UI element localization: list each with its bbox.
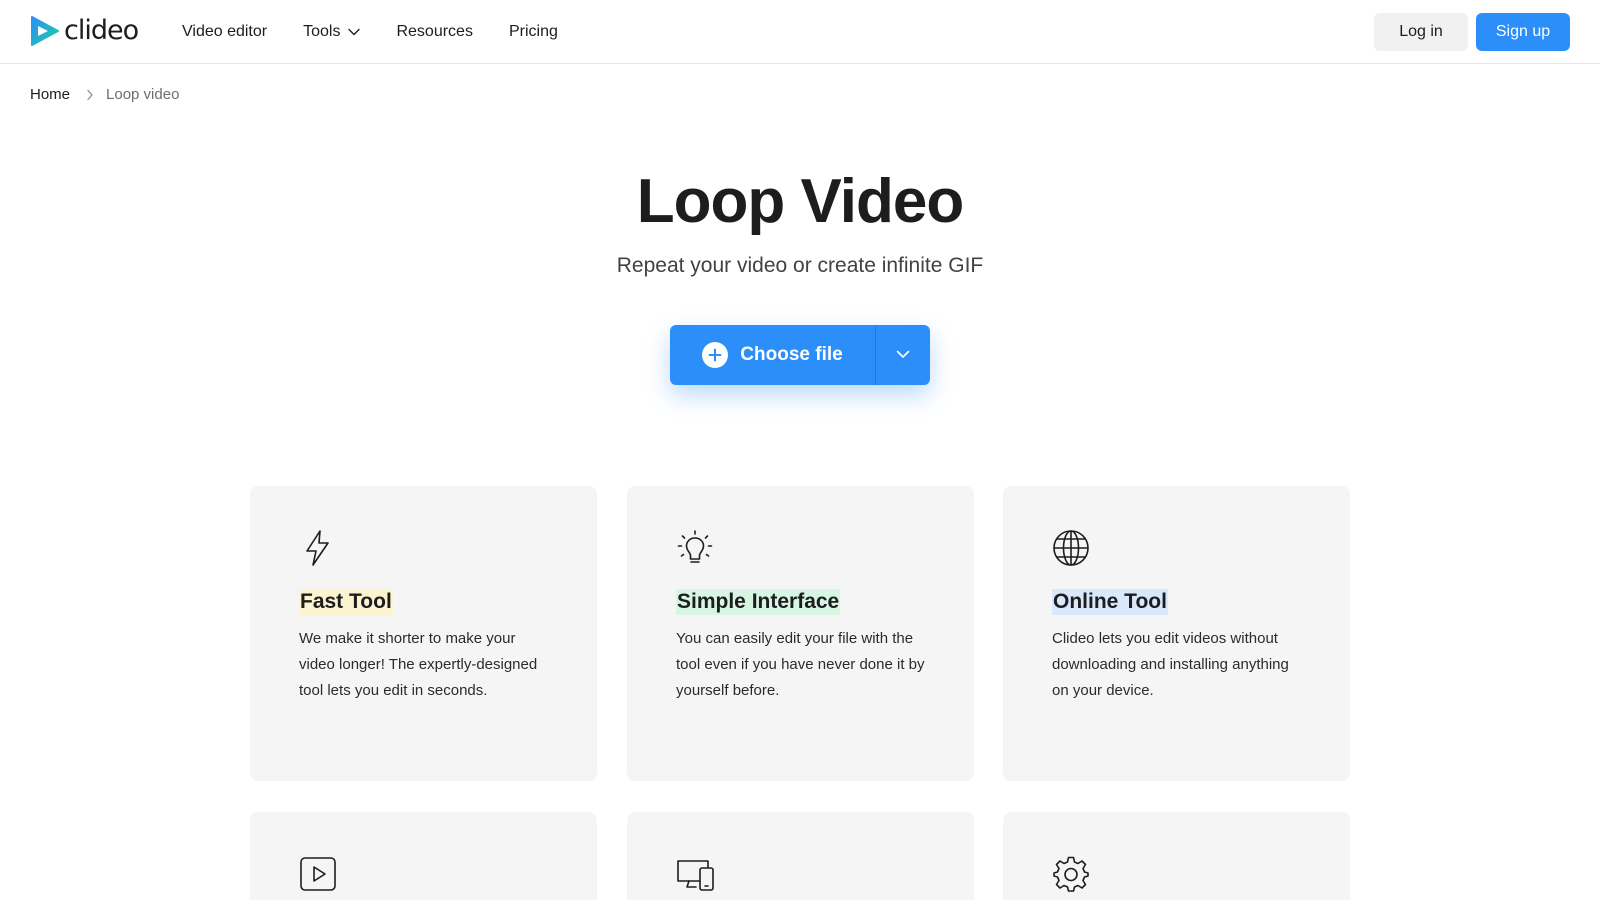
- feature-description: You can easily edit your file with the t…: [676, 630, 925, 699]
- signup-button[interactable]: Sign up: [1476, 13, 1570, 51]
- main-nav: Video editor Tools Resources Pricing: [182, 0, 594, 64]
- play-logo-icon: [31, 16, 59, 46]
- header-actions: Log in Sign up: [1374, 13, 1570, 51]
- feature-description: Clideo lets you edit videos without down…: [1052, 630, 1289, 699]
- devices-icon: [676, 855, 714, 893]
- globe-icon: [1052, 529, 1090, 567]
- feature-card-online-tool: Online Tool Clideo lets you edit videos …: [1003, 486, 1350, 781]
- gear-icon: [1052, 855, 1090, 893]
- nav-pricing[interactable]: Pricing: [509, 23, 558, 41]
- upload-control: Choose file: [670, 325, 930, 385]
- login-button[interactable]: Log in: [1374, 13, 1468, 51]
- nav-label: Video editor: [182, 23, 268, 40]
- nav-label: Resources: [396, 23, 473, 40]
- feature-card: [250, 812, 597, 900]
- nav-label: Tools: [303, 23, 341, 40]
- chevron-down-icon: [348, 23, 361, 41]
- choose-file-label: Choose file: [740, 344, 843, 365]
- chevron-right-icon: [86, 89, 94, 101]
- clideo-logo[interactable]: clideo: [30, 14, 139, 48]
- nav-resources[interactable]: Resources: [396, 23, 472, 41]
- breadcrumb: Home Loop video: [30, 86, 179, 103]
- plus-icon: [702, 342, 729, 368]
- page-title: Loop Video: [636, 167, 964, 236]
- choose-file-button[interactable]: Choose file: [670, 325, 876, 385]
- feature-title: Simple Interface: [676, 589, 841, 615]
- play-button-icon: [299, 855, 337, 893]
- site-header: clideo Video editor Tools Resources Pric…: [0, 0, 1600, 64]
- lightbulb-icon: [676, 529, 714, 567]
- lightning-icon: [299, 529, 337, 567]
- breadcrumb-home[interactable]: Home: [30, 86, 70, 103]
- feature-description: We make it shorter to make your video lo…: [299, 630, 538, 699]
- feature-title: Online Tool: [1052, 589, 1168, 615]
- feature-card: [1003, 812, 1350, 900]
- upload-source-dropdown[interactable]: [876, 325, 930, 385]
- nav-label: Pricing: [508, 23, 558, 40]
- chevron-down-icon: [896, 346, 910, 364]
- nav-video-editor[interactable]: Video editor: [182, 23, 267, 41]
- nav-tools[interactable]: Tools: [303, 23, 361, 41]
- feature-title: Fast Tool: [299, 589, 393, 615]
- feature-card-fast-tool: Fast Tool We make it shorter to make you…: [250, 486, 597, 781]
- breadcrumb-current: Loop video: [106, 86, 180, 103]
- feature-card-simple-interface: Simple Interface You can easily edit you…: [627, 486, 974, 781]
- feature-card: [627, 812, 974, 900]
- logo-wordmark: clideo: [64, 15, 139, 46]
- page-subtitle: Repeat your video or create infinite GIF: [616, 254, 984, 277]
